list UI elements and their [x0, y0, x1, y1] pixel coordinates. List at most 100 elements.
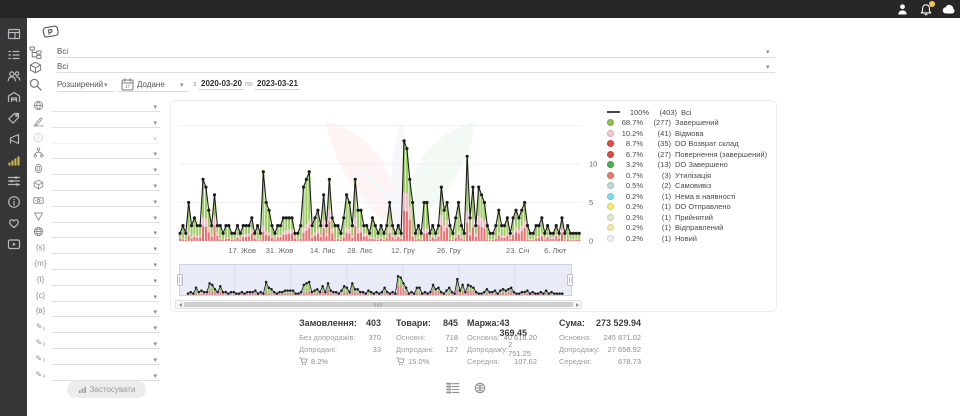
stat-column: Сума:273 529.94Основна:245 871.02Допрода… — [559, 318, 641, 367]
filter-select-globe[interactable]: ▾ — [52, 99, 160, 112]
user-icon[interactable] — [895, 2, 910, 17]
nav-item-promotions[interactable] — [3, 107, 25, 128]
status-filter-select[interactable] — [57, 45, 775, 58]
legend-item[interactable]: 0.2%(1)Відправлений — [607, 223, 775, 234]
filter-select-money[interactable]: ▾ — [52, 194, 160, 207]
notifications-icon[interactable] — [918, 2, 933, 17]
chevron-down-icon: ▾ — [153, 135, 157, 143]
scrollbar-thumb[interactable] — [184, 302, 573, 307]
legend-item[interactable]: 6.7%(27)Повернення (завершений) — [607, 149, 775, 160]
filter-select-globe-grid[interactable]: ▾ — [52, 225, 160, 238]
stat-value: 845 — [443, 318, 458, 331]
search-mode-select[interactable] — [57, 78, 113, 92]
fingerprint-icon — [33, 163, 48, 174]
scroll-left-arrow[interactable] — [176, 301, 184, 308]
navigator-left-handle[interactable] — [177, 274, 183, 286]
stat-sub-value: 33 — [373, 345, 381, 354]
legend-percent: 0.2% — [617, 192, 643, 201]
legend-item[interactable]: 100%(403)Всі — [607, 107, 775, 118]
stat-column: Товари:845Основні:718Допродані:12715.0% — [396, 318, 458, 367]
filter-select-custom-s[interactable]: ▾ — [52, 241, 160, 254]
filter-select-custom-в[interactable]: ▾ — [52, 304, 160, 317]
filter-select-custom-₂[interactable]: ▾ — [52, 336, 160, 349]
topbar-actions — [895, 0, 956, 18]
nav-item-tutorials[interactable] — [3, 233, 25, 254]
question-icon: ? — [33, 132, 48, 143]
apply-filters-button[interactable]: Застосувати — [67, 381, 146, 398]
chevron-down-icon: ▾ — [153, 277, 157, 285]
tag-icon[interactable] — [41, 24, 63, 40]
nav-item-partners[interactable] — [3, 212, 25, 233]
chart-scrollbar — [175, 300, 582, 309]
filter-select-fingerprint[interactable]: ▾ — [52, 162, 160, 175]
filter-select-signature[interactable]: ▾ — [52, 115, 160, 128]
list-view-icon[interactable] — [446, 382, 460, 394]
nav-item-orders[interactable] — [3, 44, 25, 65]
chart-navigator[interactable] — [179, 262, 572, 298]
stat-sub-value: 245 871.02 — [603, 333, 641, 342]
stat-label: Сума: — [559, 318, 585, 331]
legend-item[interactable]: 0.2%(1)Новий — [607, 233, 775, 244]
analytics-icon — [7, 153, 21, 167]
filter-select-hierarchy[interactable]: ▾ — [52, 146, 160, 159]
legend-item[interactable]: 8.7%(35)DO Возврат склад — [607, 139, 775, 150]
date-to-input[interactable]: 2023-03-21 — [255, 79, 300, 90]
search-icon[interactable] — [29, 78, 42, 91]
date-field-select[interactable] — [118, 78, 189, 92]
legend-percent: 0.5% — [617, 181, 643, 190]
svg-text:14. Лис: 14. Лис — [310, 246, 336, 255]
filter-select-funnel[interactable]: ▾ — [52, 210, 160, 223]
stat-column: Маржа:43 369.45Основна:40 618.20Допродаж… — [467, 318, 537, 367]
legend-count: (1) — [643, 192, 671, 201]
product-filter-select[interactable] — [57, 60, 775, 73]
chevron-down-icon: ▾ — [153, 293, 157, 301]
legend-dot-swatch — [607, 214, 614, 221]
chevron-down-icon: ▾ — [153, 214, 157, 222]
legend-count: (41) — [643, 129, 671, 138]
filter-select-question[interactable]: ▾ — [52, 131, 160, 144]
navigator-right-handle[interactable] — [567, 274, 573, 286]
filter-select-custom-₃[interactable]: ▾ — [52, 352, 160, 365]
filter-select-custom-m[interactable]: ▾ — [52, 257, 160, 270]
stat-column: Замовлення:403Без допродажів:370Допродан… — [299, 318, 381, 367]
filter-select-custom-₁[interactable]: ▾ — [52, 320, 160, 333]
nav-item-store[interactable] — [3, 86, 25, 107]
integrations-icon — [7, 174, 21, 188]
legend-item[interactable]: 68.7%(277)Завершений — [607, 118, 775, 129]
legend-dot-swatch — [607, 140, 614, 147]
filter-select-custom-t[interactable]: ▾ — [52, 273, 160, 286]
nav-item-analytics[interactable] — [3, 149, 25, 170]
legend-item[interactable]: 0.2%(1)Прийнятий — [607, 212, 775, 223]
custom-field-icon: {s} — [33, 243, 48, 253]
legend-item[interactable]: 0.2%(1)DO Отправлено — [607, 202, 775, 213]
stat-label: Маржа: — [467, 318, 499, 331]
theme-icon[interactable] — [941, 2, 956, 17]
date-from-input[interactable]: 2020-03-20 — [199, 79, 244, 90]
topbar — [0, 0, 960, 18]
filter-select-custom-₄[interactable]: ▾ — [52, 368, 160, 381]
legend-label: DO Завершено — [675, 160, 728, 169]
legend-count: (403) — [649, 108, 677, 117]
nav-item-broadcasts[interactable] — [3, 128, 25, 149]
filter-row-signature: ▾ — [27, 114, 167, 128]
nav-item-dashboard[interactable] — [3, 23, 25, 44]
nav-item-integrations[interactable] — [3, 170, 25, 191]
filter-row-custom-₂: ✎₂▾ — [27, 335, 167, 349]
custom-field-icon: ✎₁ — [33, 322, 48, 332]
nav-item-info[interactable] — [3, 191, 25, 212]
legend-item[interactable]: 0.5%(2)Самовивіз — [607, 181, 775, 192]
legend-item[interactable]: 0.2%(1)Нема в наявності — [607, 191, 775, 202]
filter-select-box3d[interactable]: ▾ — [52, 178, 160, 191]
legend-item[interactable]: 10.2%(41)Відмова — [607, 128, 775, 139]
stat-sub-label: Основні: — [396, 333, 426, 342]
nav-item-customers[interactable] — [3, 65, 25, 86]
filter-row-custom-₄: ✎₄▾ — [27, 367, 167, 381]
chevron-down-icon: ▾ — [153, 308, 157, 316]
legend-percent: 8.7% — [617, 139, 643, 148]
legend-item[interactable]: 0.7%(3)Утилізація — [607, 170, 775, 181]
package-view-icon[interactable] — [473, 382, 487, 394]
filter-select-custom-c[interactable]: ▾ — [52, 289, 160, 302]
tutorials-icon — [7, 237, 21, 251]
scroll-right-arrow[interactable] — [573, 301, 581, 308]
legend-item[interactable]: 3.2%(13)DO Завершено — [607, 160, 775, 171]
